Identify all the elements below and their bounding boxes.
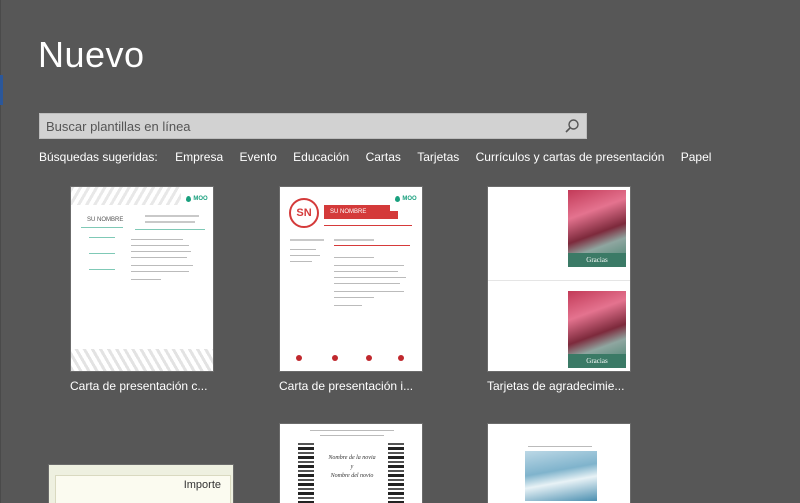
contact-dot [296,355,302,361]
text-line [290,239,324,241]
suggested-link-empresa[interactable]: Empresa [175,150,223,164]
template-card-photo[interactable] [487,423,631,503]
template-card-thank-you[interactable]: Gracias Gracias [487,186,631,372]
template-caption: Carta de presentación i... [279,379,414,393]
text-line [334,257,374,258]
template-card-cover-letter-1[interactable]: MOO SU NOMBRE [70,186,214,372]
ornament-left [298,442,314,503]
moo-logo: MOO [181,187,213,211]
text-line [290,261,312,262]
text-line [334,271,398,272]
template-card-wedding[interactable]: Nombre de la novia y Nombre del novio [279,423,423,503]
flower-image: Gracias [568,291,626,368]
search-icon[interactable] [564,118,580,134]
suggested-link-papel[interactable]: Papel [681,150,712,164]
template-name-text: SU NOMBRE [87,217,124,223]
text-line [131,239,183,240]
text-line [290,255,320,256]
text-line [131,245,189,246]
wedding-text: Nombre de la novia y Nombre del novio [328,455,376,479]
divider [89,269,115,270]
text-line [334,305,362,306]
decorative-stripes-bottom [71,349,213,371]
suggested-link-evento[interactable]: Evento [239,150,276,164]
invoice-label: Importe [183,479,221,491]
search-box[interactable] [39,113,587,139]
text-line [290,249,316,250]
suggested-label: Búsquedas sugeridas: [39,150,158,164]
suggested-link-tarjetas[interactable]: Tarjetas [417,150,459,164]
template-caption: Tarjetas de agradecimie... [487,379,625,393]
divider [89,237,115,238]
text-line [334,277,406,278]
suggested-link-curriculos[interactable]: Currículos y cartas de presentación [476,150,665,164]
initials-badge: SN [289,198,319,228]
text-line [334,297,374,298]
text-line [334,265,404,266]
landscape-image [525,451,597,501]
text-line [334,283,400,284]
divider [135,229,205,230]
text-line [334,291,404,292]
search-input[interactable] [40,114,560,138]
divider [81,227,123,228]
text-line [131,271,189,272]
text-line [320,435,384,436]
template-caption: Carta de presentación c... [70,379,208,393]
contact-dot [398,355,404,361]
text-line [131,257,187,258]
moo-logo: MOO [390,187,422,211]
text-line [310,430,394,431]
divider [324,225,412,226]
contact-dot [332,355,338,361]
text-line [334,239,374,241]
suggested-link-educacion[interactable]: Educación [293,150,349,164]
fold-line [488,280,630,281]
flower-image: Gracias [568,190,626,267]
page-title: Nuevo [38,34,145,75]
nav-accent-bar [0,75,3,105]
text-line [131,279,161,280]
text-line [145,215,199,217]
text-line [131,265,193,266]
suggested-link-cartas[interactable]: Cartas [366,150,401,164]
template-card-cover-letter-2[interactable]: SN SU NOMBRE MOO [279,186,423,372]
name-band: SU NOMBRE [324,205,398,219]
text-line [145,221,195,223]
contact-dot [366,355,372,361]
ornament-right [388,442,404,503]
text-line [528,446,592,447]
divider [334,245,410,246]
template-card-invoice[interactable]: Importe [48,464,234,503]
suggested-searches: Búsquedas sugeridas: Empresa Evento Educ… [39,150,724,164]
divider [89,253,115,254]
text-line [131,251,191,252]
